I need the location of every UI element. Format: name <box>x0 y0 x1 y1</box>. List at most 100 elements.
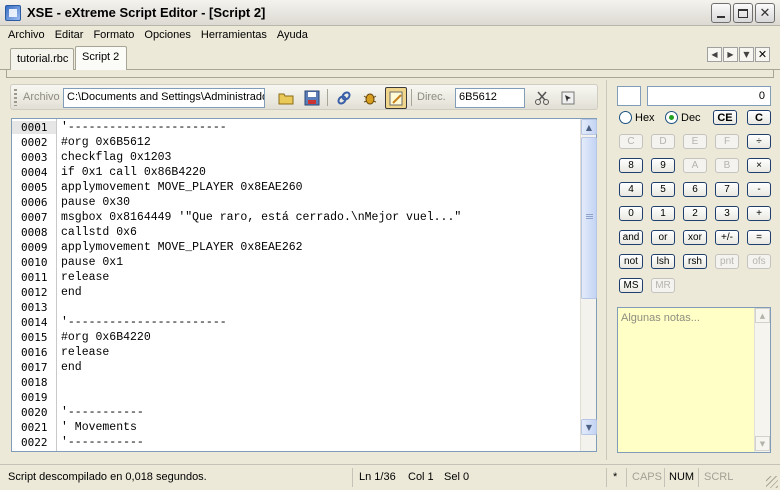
code-line[interactable]: '----------------------- <box>61 121 227 134</box>
line-number: 0005 <box>21 181 48 194</box>
code-line[interactable]: release <box>61 271 109 284</box>
code-line[interactable]: pause 0x30 <box>61 196 130 209</box>
calc-key[interactable]: MR <box>651 278 675 293</box>
calc-key[interactable]: 4 <box>619 182 643 197</box>
calc-key[interactable]: 9 <box>651 158 675 173</box>
calc-key[interactable]: 5 <box>651 182 675 197</box>
calc-key[interactable]: = <box>747 230 771 245</box>
calc-key[interactable]: B <box>715 158 739 173</box>
calc-key[interactable]: 2 <box>683 206 707 221</box>
calc-key[interactable]: not <box>619 254 643 269</box>
calc-key[interactable]: C <box>619 134 643 149</box>
calc-key[interactable]: or <box>651 230 675 245</box>
tab-prev-button[interactable]: ◀ <box>707 47 722 62</box>
save-button[interactable] <box>301 87 323 109</box>
toolbar-grip[interactable] <box>14 89 17 106</box>
calc-key[interactable]: + <box>747 206 771 221</box>
calc-key[interactable]: lsh <box>651 254 675 269</box>
tab-tutorial[interactable]: tutorial.rbc <box>10 48 74 70</box>
direc-field[interactable]: 6B5612 <box>455 88 525 108</box>
calc-c-button[interactable]: C <box>747 110 771 125</box>
compile-button[interactable] <box>333 87 355 109</box>
code-line[interactable]: release <box>61 346 109 359</box>
calc-key[interactable]: rsh <box>683 254 707 269</box>
maximize-icon <box>738 8 748 18</box>
calc-key[interactable]: MS <box>619 278 643 293</box>
code-editor[interactable]: 0001 0002 0003 0004 0005 0006 0007 0008 0009 0010… <box>11 118 597 452</box>
menu-archivo[interactable]: Archivo <box>3 29 50 41</box>
notes-toggle-button[interactable] <box>385 87 407 109</box>
tab-script-2[interactable]: Script 2 <box>75 46 127 71</box>
code-line[interactable]: '----------- <box>61 406 144 419</box>
calc-key[interactable]: 3 <box>715 206 739 221</box>
editor-vertical-scrollbar[interactable]: ▲ ▼ <box>580 119 597 451</box>
code-line[interactable]: if 0x1 call 0x86B4220 <box>61 166 206 179</box>
calc-key[interactable]: 0 <box>619 206 643 221</box>
tab-next-button[interactable]: ▶ <box>723 47 738 62</box>
notes-scroll-down[interactable]: ▼ <box>755 436 770 451</box>
tab-list-button[interactable]: ▼ <box>739 47 754 62</box>
scroll-thumb[interactable] <box>581 137 597 299</box>
calc-key[interactable]: pnt <box>715 254 739 269</box>
scroll-down-button[interactable]: ▼ <box>581 419 597 435</box>
calc-key[interactable]: xor <box>683 230 707 245</box>
line-number: 0012 <box>21 286 48 299</box>
code-line[interactable]: applymovement MOVE_PLAYER 0x8EAE262 <box>61 241 303 254</box>
code-line[interactable]: #org 0x6B4220 <box>61 331 151 344</box>
maximize-button[interactable] <box>733 3 753 23</box>
code-line[interactable]: end <box>61 361 82 374</box>
code-line[interactable]: end <box>61 286 82 299</box>
calc-key[interactable]: - <box>747 182 771 197</box>
calc-key[interactable]: ofs <box>747 254 771 269</box>
radio-hex-dot[interactable] <box>619 111 632 124</box>
arrow-right-icon: ▶ <box>727 50 734 59</box>
code-line[interactable]: msgbox 0x8164449 '"Que raro, está cerrad… <box>61 211 461 224</box>
radio-hex[interactable]: Hex <box>619 111 655 124</box>
code-line[interactable]: checkflag 0x1203 <box>61 151 171 164</box>
menu-ayuda[interactable]: Ayuda <box>272 29 313 41</box>
calc-key[interactable]: 8 <box>619 158 643 173</box>
calc-key[interactable]: D <box>651 134 675 149</box>
notes-scrollbar[interactable]: ▲ ▼ <box>754 308 770 452</box>
code-line[interactable]: pause 0x1 <box>61 256 123 269</box>
code-line[interactable]: callstd 0x6 <box>61 226 137 239</box>
calc-key[interactable]: × <box>747 158 771 173</box>
calc-key[interactable]: and <box>619 230 643 245</box>
calc-key[interactable]: +/- <box>715 230 739 245</box>
calc-key[interactable]: 6 <box>683 182 707 197</box>
calc-key[interactable]: 1 <box>651 206 675 221</box>
scroll-up-button[interactable]: ▲ <box>581 119 597 135</box>
resize-grip[interactable] <box>766 476 778 488</box>
code-line[interactable]: applymovement MOVE_PLAYER 0x8EAE260 <box>61 181 303 194</box>
menu-herramientas[interactable]: Herramientas <box>196 29 272 41</box>
file-path-field[interactable]: C:\Documents and Settings\Administrador <box>63 88 265 108</box>
menu-editar[interactable]: Editar <box>50 29 89 41</box>
tab-close-button[interactable]: ✕ <box>755 47 770 62</box>
goto-button[interactable] <box>557 87 579 109</box>
code-line[interactable]: '----------- <box>61 436 144 449</box>
tab-panel-edge <box>6 70 774 78</box>
line-number: 0004 <box>21 166 48 179</box>
code-line[interactable]: '----------------------- <box>61 316 227 329</box>
menu-opciones[interactable]: Opciones <box>139 29 195 41</box>
tools-button[interactable] <box>531 87 553 109</box>
notes-textarea[interactable]: Algunas notas... ▲ ▼ <box>617 307 771 453</box>
notes-placeholder: Algunas notas... <box>621 312 700 324</box>
menu-formato[interactable]: Formato <box>88 29 139 41</box>
radio-dec-label: Dec <box>681 111 701 124</box>
calc-key[interactable]: F <box>715 134 739 149</box>
calc-key[interactable]: 7 <box>715 182 739 197</box>
radio-dec[interactable]: Dec <box>665 111 701 124</box>
close-button[interactable]: ✕ <box>755 3 775 23</box>
debug-button[interactable] <box>359 87 381 109</box>
calc-key[interactable]: A <box>683 158 707 173</box>
code-line[interactable]: ' Movements <box>61 421 137 434</box>
open-folder-button[interactable] <box>275 87 297 109</box>
notes-scroll-up[interactable]: ▲ <box>755 308 770 323</box>
minimize-button[interactable] <box>711 3 731 23</box>
calc-key[interactable]: E <box>683 134 707 149</box>
radio-dec-dot[interactable] <box>665 111 678 124</box>
calc-ce-button[interactable]: CE <box>713 110 737 125</box>
calc-key[interactable]: ÷ <box>747 134 771 149</box>
code-line[interactable]: #org 0x6B5612 <box>61 136 151 149</box>
